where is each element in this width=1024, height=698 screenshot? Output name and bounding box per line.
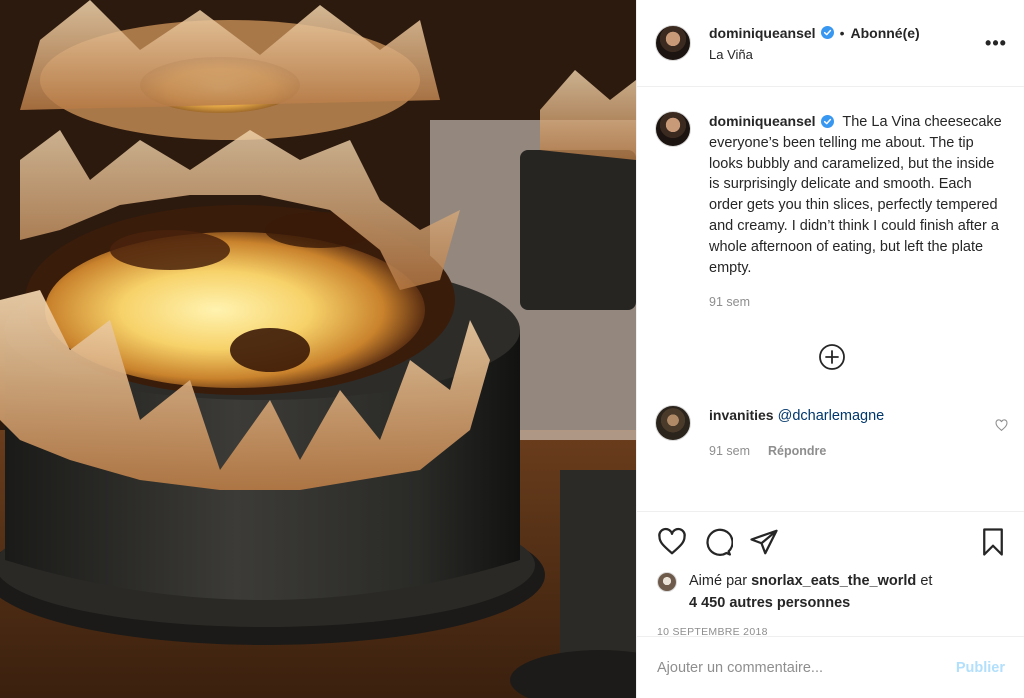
verified-badge-icon <box>820 115 834 128</box>
comment-body: invanities @dcharlemagne 91 sem Répondre <box>709 405 979 462</box>
comments-section: dominiqueansel The La Vina cheesecake ev… <box>637 87 1024 511</box>
reply-button[interactable]: Répondre <box>768 441 826 462</box>
comment-content: invanities @dcharlemagne <box>709 405 979 427</box>
likes-prefix: Aimé par <box>689 573 748 589</box>
header-text: dominiqueansel • Abonné(e) La Viña <box>709 25 984 62</box>
load-more-comments-plus-icon[interactable] <box>818 343 846 371</box>
header-row: dominiqueansel • Abonné(e) <box>709 25 984 41</box>
comment-mention[interactable]: @dcharlemagne <box>778 408 885 424</box>
liker-avatar[interactable] <box>657 572 677 592</box>
caption: dominiqueansel The La Vina cheesecake ev… <box>655 111 1008 313</box>
likes-summary: Aimé par snorlax_eats_the_world et 4 450… <box>657 570 1008 614</box>
instagram-post: dominiqueansel • Abonné(e) La Viña ••• d… <box>0 0 1024 698</box>
author-avatar[interactable] <box>655 25 691 61</box>
header-separator: • <box>839 24 845 41</box>
post-sidebar: dominiqueansel • Abonné(e) La Viña ••• d… <box>636 0 1024 698</box>
action-icons <box>657 526 1008 558</box>
verified-badge-icon <box>820 26 834 39</box>
caption-author-avatar[interactable] <box>655 111 691 147</box>
caption-body: dominiqueansel The La Vina cheesecake ev… <box>709 111 1005 313</box>
like-heart-icon[interactable] <box>657 527 687 557</box>
comment-bubble-icon[interactable] <box>703 527 733 557</box>
likes-text: Aimé par snorlax_eats_the_world et 4 450… <box>689 570 932 614</box>
post-header: dominiqueansel • Abonné(e) La Viña ••• <box>637 0 1024 87</box>
comment-meta: 91 sem Répondre <box>709 441 979 462</box>
add-comment-bar: Publier <box>637 636 1024 698</box>
follow-status-button[interactable]: Abonné(e) <box>850 25 919 41</box>
liker-username[interactable]: snorlax_eats_the_world <box>751 573 916 589</box>
commenter-avatar[interactable] <box>655 405 691 442</box>
post-photo[interactable] <box>0 0 636 698</box>
caption-text: The La Vina cheesecake everyone’s been t… <box>709 114 1002 276</box>
comment-item: invanities @dcharlemagne 91 sem Répondre <box>655 405 1008 462</box>
commenter-username[interactable]: invanities <box>709 407 774 423</box>
author-username[interactable]: dominiqueansel <box>709 25 816 41</box>
save-bookmark-icon[interactable] <box>978 527 1008 557</box>
add-comment-input[interactable] <box>657 659 956 676</box>
caption-content: dominiqueansel The La Vina cheesecake ev… <box>709 111 1005 278</box>
likes-others-count[interactable]: 4 450 autres personnes <box>689 595 850 611</box>
caption-username[interactable]: dominiqueansel <box>709 113 816 129</box>
caption-time[interactable]: 91 sem <box>709 292 750 313</box>
post-location[interactable]: La Viña <box>709 47 984 62</box>
load-more-comments <box>655 343 1008 371</box>
caption-meta: 91 sem <box>709 292 1005 313</box>
share-paper-plane-icon[interactable] <box>749 527 779 557</box>
publish-button[interactable]: Publier <box>956 660 1005 676</box>
comment-like-heart-icon[interactable] <box>995 419 1008 432</box>
cheesecake-photo-illustration <box>0 0 636 698</box>
likes-middle: et <box>920 573 933 589</box>
more-options-button[interactable]: ••• <box>984 31 1008 55</box>
comment-time[interactable]: 91 sem <box>709 441 750 462</box>
